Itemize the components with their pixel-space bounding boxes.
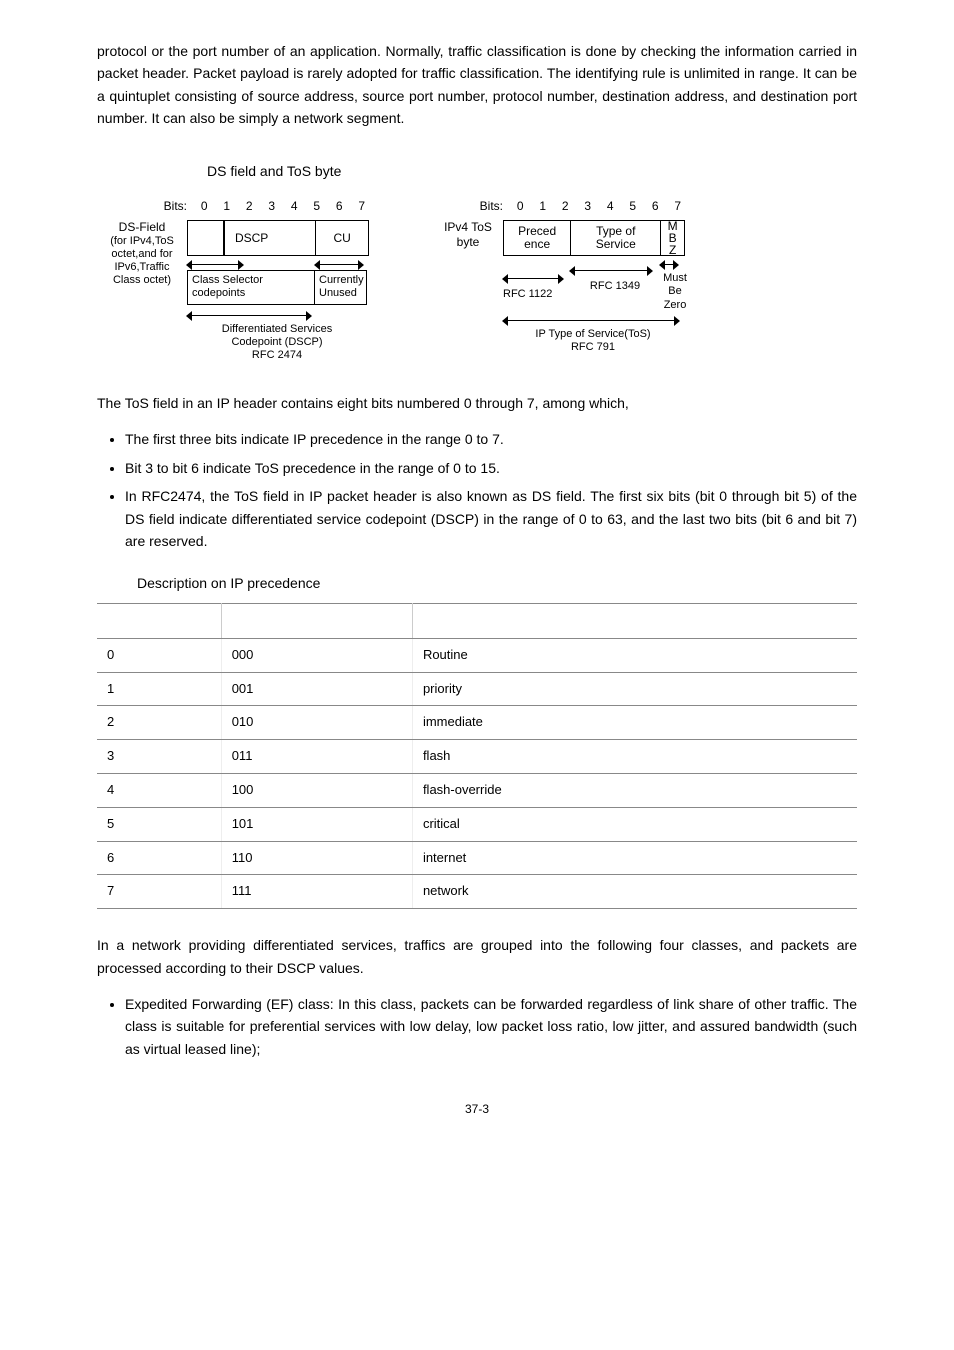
post-table-paragraph: In a network providing differentiated se… <box>97 934 857 979</box>
ip-precedence-table: 0000Routine1001priority2010immediate3011… <box>97 603 857 909</box>
mbz-cell: MBZ <box>661 221 684 255</box>
table-caption: Description on IP precedence <box>97 572 857 594</box>
bit-numbers: 01234567 <box>509 197 689 216</box>
table-cell: 2 <box>97 706 221 740</box>
dscp-bottom-label: Differentiated Services Codepoint (DSCP)… <box>187 323 367 363</box>
figure-title: DS field and ToS byte <box>97 160 857 182</box>
tos-byte-diagram: Bits: 01234567 IPv4 ToS byte Precedence … <box>433 197 690 362</box>
tos-byte-box: Precedence Type ofService MBZ <box>503 220 685 256</box>
table-cell: 011 <box>221 740 412 774</box>
ds-field-diagram: Bits: 01234567 DS-Field (for IPv4,ToS oc… <box>97 197 373 362</box>
must-be-zero-label: MustBeZero <box>660 272 690 312</box>
bits-label: Bits: <box>433 197 509 216</box>
post-bullet-list: Expedited Forwarding (EF) class: In this… <box>97 993 857 1060</box>
table-cell: 100 <box>221 774 412 808</box>
table-cell: 0 <box>97 638 221 672</box>
table-row: 1001priority <box>97 672 857 706</box>
tos-side-label: IPv4 ToS byte <box>433 220 503 249</box>
list-item: Bit 3 to bit 6 indicate ToS precedence i… <box>125 457 857 479</box>
table-row: 0000Routine <box>97 638 857 672</box>
table-cell: 6 <box>97 841 221 875</box>
table-row: 4100flash-override <box>97 774 857 808</box>
table-cell: priority <box>412 672 857 706</box>
table-cell: 1 <box>97 672 221 706</box>
page-number: 37-3 <box>97 1100 857 1119</box>
table-cell: 001 <box>221 672 412 706</box>
table-row: 5101critical <box>97 807 857 841</box>
bit-numbers: 01234567 <box>193 197 373 216</box>
table-cell: 010 <box>221 706 412 740</box>
table-cell: 3 <box>97 740 221 774</box>
precedence-cell: Precedence <box>504 221 571 255</box>
table-cell: network <box>412 875 857 909</box>
table-cell: 101 <box>221 807 412 841</box>
dscp-cell: DSCP <box>188 221 316 255</box>
cu-cell: CU <box>316 221 368 255</box>
table-cell: flash <box>412 740 857 774</box>
table-cell: flash-override <box>412 774 857 808</box>
tos-bottom-label: IP Type of Service(ToS) RFC 791 <box>503 328 683 354</box>
table-row: 6110internet <box>97 841 857 875</box>
currently-unused-box: Currently Unused <box>315 270 367 304</box>
list-item: Expedited Forwarding (EF) class: In this… <box>125 993 857 1060</box>
ds-tos-diagram: Bits: 01234567 DS-Field (for IPv4,ToS oc… <box>97 197 857 362</box>
table-cell: Routine <box>412 638 857 672</box>
rfc1122-label: RFC 1122 <box>503 286 570 304</box>
table-header <box>221 603 412 638</box>
class-selector-box: Class Selector codepoints <box>187 270 315 304</box>
table-cell: 7 <box>97 875 221 909</box>
table-cell: immediate <box>412 706 857 740</box>
ds-byte-box: DSCP CU <box>187 220 369 256</box>
table-header <box>412 603 857 638</box>
table-cell: 000 <box>221 638 412 672</box>
list-item: The first three bits indicate IP precede… <box>125 428 857 450</box>
table-row: 2010immediate <box>97 706 857 740</box>
type-of-service-cell: Type ofService <box>571 221 661 255</box>
tos-bullet-list: The first three bits indicate IP precede… <box>97 428 857 552</box>
intro-paragraph: protocol or the port number of an applic… <box>97 40 857 130</box>
after-figure-paragraph: The ToS field in an IP header contains e… <box>97 392 857 414</box>
table-header <box>97 603 221 638</box>
ds-field-side-label: DS-Field (for IPv4,ToS octet,and for IPv… <box>97 220 187 287</box>
table-cell: critical <box>412 807 857 841</box>
list-item: In RFC2474, the ToS field in IP packet h… <box>125 485 857 552</box>
table-row: 7111network <box>97 875 857 909</box>
table-cell: 110 <box>221 841 412 875</box>
rfc1349-label: RFC 1349 <box>570 278 660 296</box>
table-row: 3011flash <box>97 740 857 774</box>
table-cell: internet <box>412 841 857 875</box>
table-header-row <box>97 603 857 638</box>
bits-label: Bits: <box>97 197 193 216</box>
table-cell: 111 <box>221 875 412 909</box>
table-cell: 5 <box>97 807 221 841</box>
table-cell: 4 <box>97 774 221 808</box>
